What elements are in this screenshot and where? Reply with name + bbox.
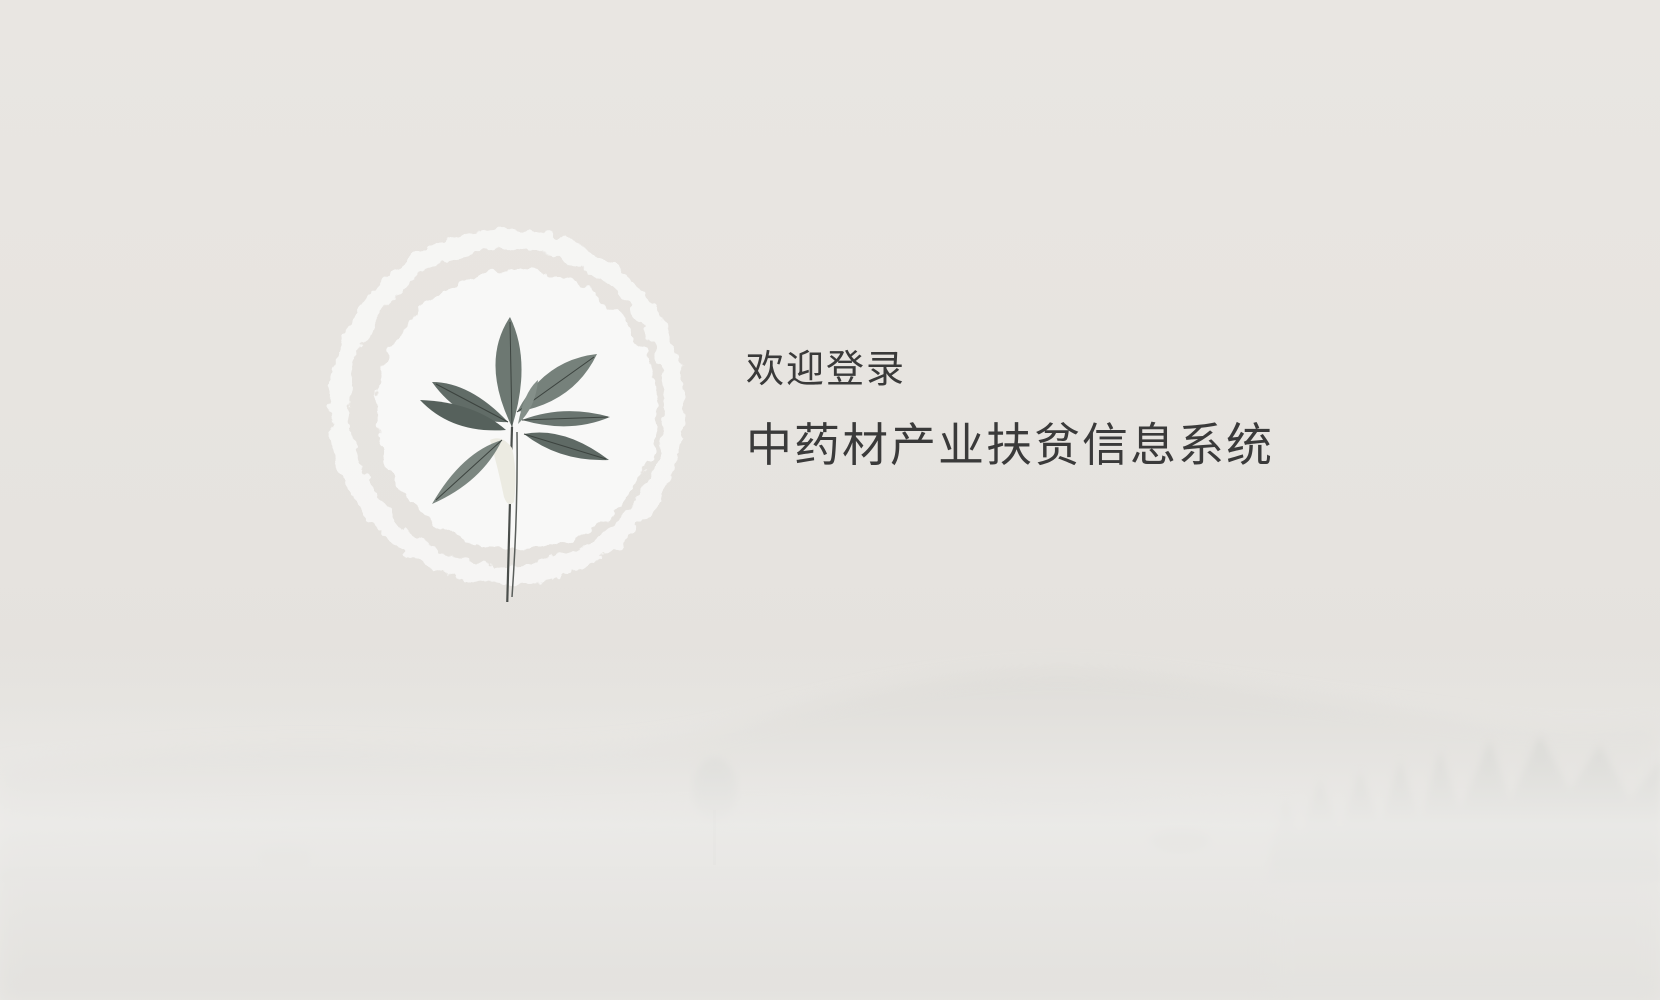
system-name-title: 中药材产业扶贫信息系统 <box>746 418 1274 472</box>
welcome-heading: 欢迎登录 <box>746 347 907 391</box>
herb-leaf-ink-circle-icon <box>329 229 685 602</box>
misty-landscape-background <box>0 650 1660 1000</box>
title-block: 欢迎登录 中药材产业扶贫信息系统 <box>746 345 1274 475</box>
login-page: 欢迎登录 中药材产业扶贫信息系统 <box>0 0 1660 1000</box>
